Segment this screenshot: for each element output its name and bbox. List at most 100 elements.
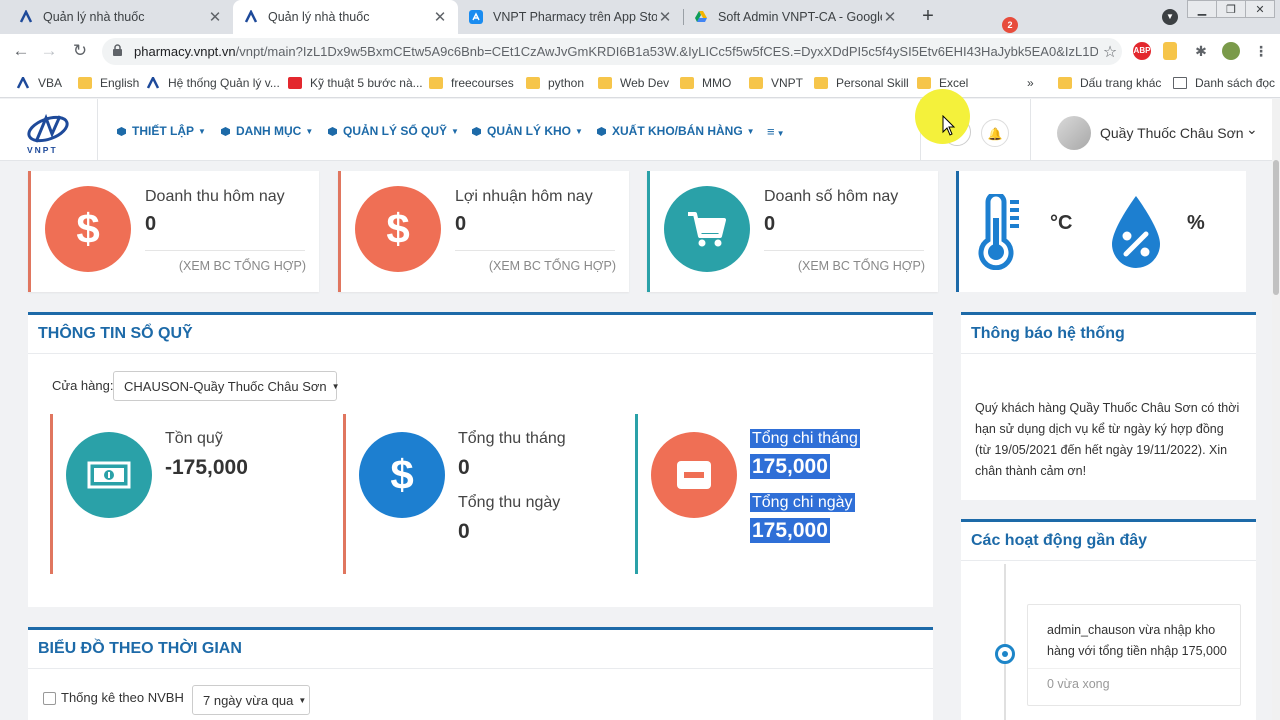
bookmark-label: VNPT bbox=[771, 76, 804, 90]
divider bbox=[961, 560, 1256, 561]
menu-sales[interactable]: XUẤT KHO/BÁN HÀNG ▼ bbox=[597, 124, 755, 138]
bookmark-item[interactable]: python bbox=[526, 75, 584, 91]
google-drive-icon bbox=[693, 9, 709, 25]
minimize-button[interactable]: ▁ bbox=[1187, 0, 1217, 18]
bell-icon[interactable]: 🔔 bbox=[981, 119, 1009, 147]
tab-label: Quản lý nhà thuốc bbox=[268, 10, 370, 24]
bookmark-item[interactable]: VBA bbox=[16, 75, 62, 91]
kpi-title: Lợi nhuận hôm nay bbox=[455, 188, 593, 205]
bookmark-item[interactable]: Personal Skill bbox=[814, 75, 909, 91]
keep-extension-icon[interactable] bbox=[1163, 42, 1177, 60]
menu-fund-management[interactable]: QUẢN LÝ SỔ QUỸ ▼ bbox=[328, 124, 459, 138]
folder-icon bbox=[814, 77, 828, 89]
avatar[interactable] bbox=[1057, 116, 1091, 150]
close-icon[interactable]: ✕ bbox=[657, 8, 673, 26]
address-bar: ← → ↻ pharmacy.vnpt.vn/vnpt/main?IzL1Dx9… bbox=[0, 34, 1280, 68]
bookmark-label: Danh sách đọc bbox=[1195, 76, 1276, 90]
browser-tab[interactable]: Soft Admin VNPT-CA - Google D ✕ bbox=[683, 0, 908, 34]
reload-button[interactable]: ↻ bbox=[69, 40, 91, 62]
extensions-puzzle-icon[interactable]: ✱ bbox=[1192, 42, 1210, 60]
bookmark-label: Kỹ thuật 5 bước nà... bbox=[310, 76, 423, 90]
caret-down-icon: ▼ bbox=[451, 126, 459, 136]
tab-search-button[interactable]: ▼ bbox=[1162, 9, 1178, 25]
view-report-link[interactable]: (XEM BC TỔNG HỢP) bbox=[179, 259, 306, 273]
folder-icon bbox=[429, 77, 443, 89]
hamburger-menu-icon[interactable]: ≡ ▼ bbox=[767, 124, 785, 139]
bookmark-label: Dấu trang khác bbox=[1080, 76, 1162, 90]
bookmark-label: Web Dev bbox=[620, 76, 670, 90]
bookmark-item[interactable]: Web Dev bbox=[598, 75, 669, 91]
url-field[interactable]: pharmacy.vnpt.vn/vnpt/main?IzL1Dx9w5BxmC… bbox=[102, 38, 1122, 65]
kpi-value: 0 bbox=[764, 213, 776, 235]
restore-button[interactable]: ❐ bbox=[1216, 0, 1246, 18]
close-icon[interactable]: ✕ bbox=[882, 8, 898, 26]
bookmark-label: freecourses bbox=[451, 76, 514, 90]
store-select[interactable]: CHAUSON-Quầy Thuốc Châu Sơn ▼ bbox=[113, 371, 340, 401]
divider bbox=[97, 99, 98, 161]
folder-icon bbox=[78, 77, 92, 89]
menu-label: THIẾT LẬP bbox=[132, 124, 194, 138]
bookmark-label: MMO bbox=[702, 76, 732, 90]
bookmark-label: Personal Skill bbox=[836, 76, 909, 90]
adblock-extension-icon[interactable]: ABP bbox=[1133, 42, 1151, 60]
view-report-link[interactable]: (XEM BC TỔNG HỢP) bbox=[489, 259, 616, 273]
bookmark-star-icon[interactable]: ☆ bbox=[1098, 42, 1122, 62]
menu-setup[interactable]: THIẾT LẬP ▼ bbox=[117, 124, 206, 138]
view-report-link[interactable]: (XEM BC TỔNG HỢP) bbox=[798, 259, 925, 273]
reading-list[interactable]: Danh sách đọc bbox=[1173, 75, 1275, 91]
chevron-down-icon[interactable]: ⌄ bbox=[1246, 121, 1258, 138]
date-range-select[interactable]: 7 ngày vừa qua ▼ bbox=[192, 685, 310, 715]
window-controls: ▁ ❐ ✕ bbox=[1187, 0, 1275, 20]
cube-icon bbox=[472, 126, 481, 136]
bookmark-item[interactable]: Kỹ thuật 5 bước nà... bbox=[288, 75, 423, 91]
bookmark-item[interactable]: Hệ thống Quản lý v... bbox=[146, 75, 280, 91]
bookmark-item[interactable]: English bbox=[78, 75, 139, 91]
bookmark-item[interactable]: VNPT bbox=[749, 75, 803, 91]
panel-title: THÔNG TIN SỔ QUỸ bbox=[38, 325, 193, 342]
checkbox-label[interactable]: Thống kê theo NVBH bbox=[61, 690, 184, 705]
close-icon[interactable]: ✕ bbox=[432, 8, 448, 26]
divider bbox=[1030, 99, 1031, 161]
menu-label: QUẢN LÝ KHO bbox=[487, 124, 571, 138]
bookmarks-overflow-button[interactable]: » bbox=[1027, 75, 1034, 91]
caret-down-icon: ▼ bbox=[746, 126, 755, 136]
close-icon[interactable]: ✕ bbox=[207, 8, 223, 26]
forward-button[interactable]: → bbox=[38, 40, 60, 62]
timeline-dot-icon bbox=[995, 644, 1015, 664]
stat-label: Tổng thu tháng bbox=[458, 430, 566, 447]
panel-title: Thông báo hệ thống bbox=[971, 325, 1125, 342]
panel-title: BIỂU ĐỒ THEO THỜI GIAN bbox=[38, 640, 242, 657]
selected-text: Tổng chi tháng bbox=[750, 429, 860, 448]
notice-text: Quý khách hàng Quầy Thuốc Châu Sơn có th… bbox=[975, 401, 1240, 478]
bookmark-item[interactable]: freecourses bbox=[429, 75, 514, 91]
reading-list-icon bbox=[1173, 77, 1187, 89]
user-name[interactable]: Quầy Thuốc Châu Sơn bbox=[1100, 125, 1244, 141]
scrollbar-thumb[interactable] bbox=[1273, 160, 1279, 295]
other-bookmarks[interactable]: Dấu trang khác bbox=[1058, 75, 1161, 91]
cube-icon bbox=[221, 126, 230, 136]
profile-avatar-icon[interactable] bbox=[1222, 42, 1240, 60]
menu-warehouse[interactable]: QUẢN LÝ KHO ▼ bbox=[472, 124, 583, 138]
back-button[interactable]: ← bbox=[10, 40, 32, 62]
browser-tab-active[interactable]: Quản lý nhà thuốc ✕ bbox=[233, 0, 458, 34]
time-chart-panel: BIỂU ĐỒ THEO THỜI GIAN 7 ngày vừa qua ▼ bbox=[28, 627, 933, 720]
stat-value: -175,000 bbox=[165, 456, 248, 479]
menu-catalog[interactable]: DANH MỤC ▼ bbox=[221, 124, 313, 138]
new-tab-button[interactable]: + bbox=[916, 4, 940, 28]
activity-item[interactable]: admin_chauson vừa nhập kho hàng với tổng… bbox=[1027, 604, 1241, 706]
kpi-title: Doanh thu hôm nay bbox=[145, 188, 285, 205]
folder-icon bbox=[598, 77, 612, 89]
vnpt-logo[interactable]: VNPT bbox=[24, 112, 72, 158]
divider bbox=[1028, 668, 1240, 669]
browser-tab[interactable]: VNPT Pharmacy trên App Store ✕ bbox=[458, 0, 683, 34]
staff-stats-checkbox[interactable] bbox=[43, 692, 56, 705]
window-close-button[interactable]: ✕ bbox=[1245, 0, 1275, 18]
cube-icon bbox=[117, 126, 126, 136]
url-text: pharmacy.vnpt.vn/vnpt/main?IzL1Dx9w5BxmC… bbox=[134, 44, 1098, 59]
browser-menu-icon[interactable]: ⋮ bbox=[1252, 42, 1270, 60]
minus-icon bbox=[651, 432, 737, 518]
browser-tab[interactable]: Quản lý nhà thuốc ✕ bbox=[8, 0, 233, 34]
bookmark-item[interactable]: MMO bbox=[680, 75, 731, 91]
dollar-icon: $ bbox=[359, 432, 445, 518]
caret-down-icon: ▼ bbox=[198, 126, 206, 136]
